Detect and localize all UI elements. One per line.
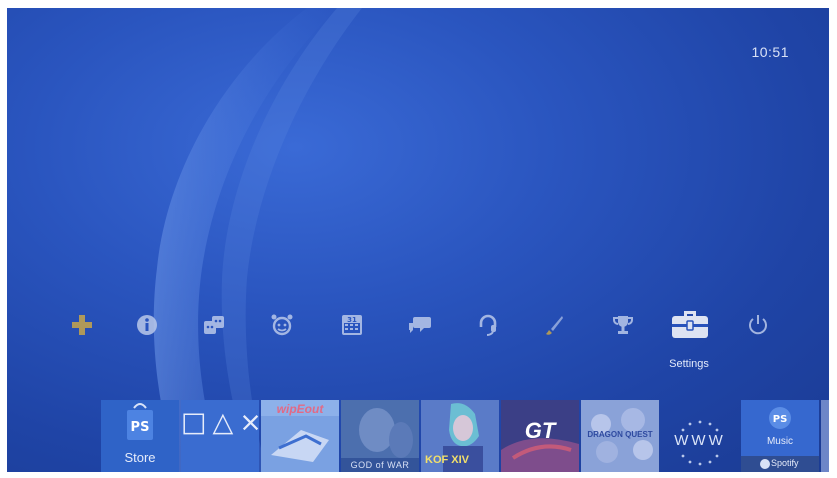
ps-plus-icon[interactable] — [65, 308, 99, 342]
library-symbols: □△×○ — [181, 407, 259, 438]
svg-text:31: 31 — [347, 316, 357, 324]
friends-icon[interactable] — [197, 308, 231, 342]
calendar-icon[interactable]: 31 — [335, 308, 369, 342]
info-icon[interactable] — [130, 308, 164, 342]
svg-text:PS: PS — [773, 414, 788, 425]
party-icon[interactable] — [265, 308, 299, 342]
music-tile[interactable]: PS Music Spotify — [741, 400, 819, 472]
kof-title: KOF XIV — [425, 454, 470, 466]
content-area: PS Store □△×○ wipEout GOD of WAR — [101, 400, 829, 472]
store-tile[interactable]: PS Store — [101, 400, 179, 472]
toolbox-icon[interactable] — [670, 304, 710, 344]
game-tile-gran-turismo[interactable]: GT — [501, 400, 579, 472]
game-tile-god-of-war[interactable]: GOD of WAR — [341, 400, 419, 472]
gran-turismo-title: GT — [524, 418, 556, 443]
clock: 10:51 — [751, 44, 789, 60]
music-label: Music — [766, 436, 794, 447]
spotify-label: Spotify — [771, 458, 799, 468]
dragon-quest-title: DRAGON QUEST — [587, 430, 653, 439]
power-icon[interactable] — [741, 308, 775, 342]
library-tile[interactable]: □△×○ — [181, 400, 259, 472]
selected-function-label: Settings — [669, 358, 709, 370]
game-tile-kof[interactable]: KOF XIV — [421, 400, 499, 472]
store-label: Store — [124, 450, 156, 465]
game-tile-wipeout[interactable]: wipEout — [261, 400, 339, 472]
ps4-home-screen: 10:51 31 Settings PS Store □△× wipEout G… — [7, 8, 829, 472]
svg-text:PS: PS — [131, 420, 150, 435]
brush-icon[interactable] — [537, 308, 571, 342]
trophy-icon[interactable] — [606, 308, 640, 342]
wipeout-title: wipEout — [276, 402, 324, 416]
game-tile-dragon-quest[interactable]: DRAGON QUEST — [581, 400, 659, 472]
headset-icon[interactable] — [471, 308, 505, 342]
messages-icon[interactable] — [403, 308, 437, 342]
god-of-war-title: GOD of WAR — [350, 460, 410, 470]
internet-browser-tile[interactable]: WWW — [661, 400, 739, 472]
next-tile-partial[interactable] — [821, 400, 829, 472]
browser-label: WWW — [674, 432, 726, 449]
function-area: 31 — [7, 308, 829, 348]
